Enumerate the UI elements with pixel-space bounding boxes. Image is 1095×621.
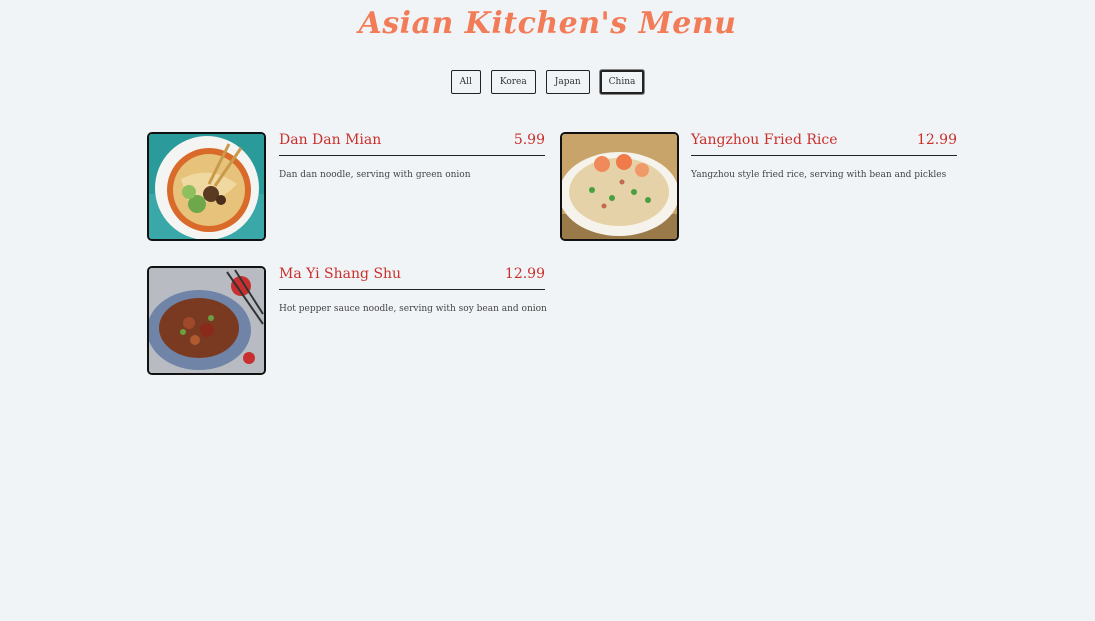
dish-description: Dan dan noodle, serving with green onion — [279, 170, 471, 180]
menu-item-ma-yi-shang-shu: Ma Yi Shang Shu 12.99 Hot pepper sauce n… — [147, 266, 559, 376]
category-filter-bar: All Korea Japan China — [0, 70, 1095, 94]
dish-photo — [147, 266, 266, 375]
dan-dan-mian-image — [149, 134, 264, 239]
dish-description: Hot pepper sauce noodle, serving with so… — [279, 304, 547, 314]
ma-yi-shang-shu-image — [149, 268, 264, 373]
menu-item-dan-dan-mian: Dan Dan Mian 5.99 Dan dan noodle, servin… — [147, 132, 559, 242]
page-title: Asian Kitchen's Menu — [358, 6, 737, 41]
dish-price: 12.99 — [504, 266, 545, 282]
filter-japan-button[interactable]: Japan — [545, 70, 590, 94]
dish-name: Ma Yi Shang Shu — [279, 266, 402, 282]
yangzhou-fried-rice-image — [562, 134, 677, 239]
filter-china-button[interactable]: China — [599, 70, 645, 94]
dish-price: 5.99 — [513, 132, 545, 148]
menu-item-yangzhou-fried-rice: Yangzhou Fried Rice 12.99 Yangzhou style… — [560, 132, 972, 242]
dish-description: Yangzhou style fried rice, serving with … — [691, 170, 947, 180]
dish-name: Yangzhou Fried Rice — [691, 132, 838, 148]
dish-name: Dan Dan Mian — [279, 132, 382, 148]
menu-page: Asian Kitchen's Menu All Korea Japan Chi… — [0, 0, 1095, 621]
filter-all-button[interactable]: All — [450, 70, 481, 94]
dish-photo — [560, 132, 679, 241]
dish-photo — [147, 132, 266, 241]
filter-korea-button[interactable]: Korea — [490, 70, 536, 94]
dish-price: 12.99 — [916, 132, 957, 148]
